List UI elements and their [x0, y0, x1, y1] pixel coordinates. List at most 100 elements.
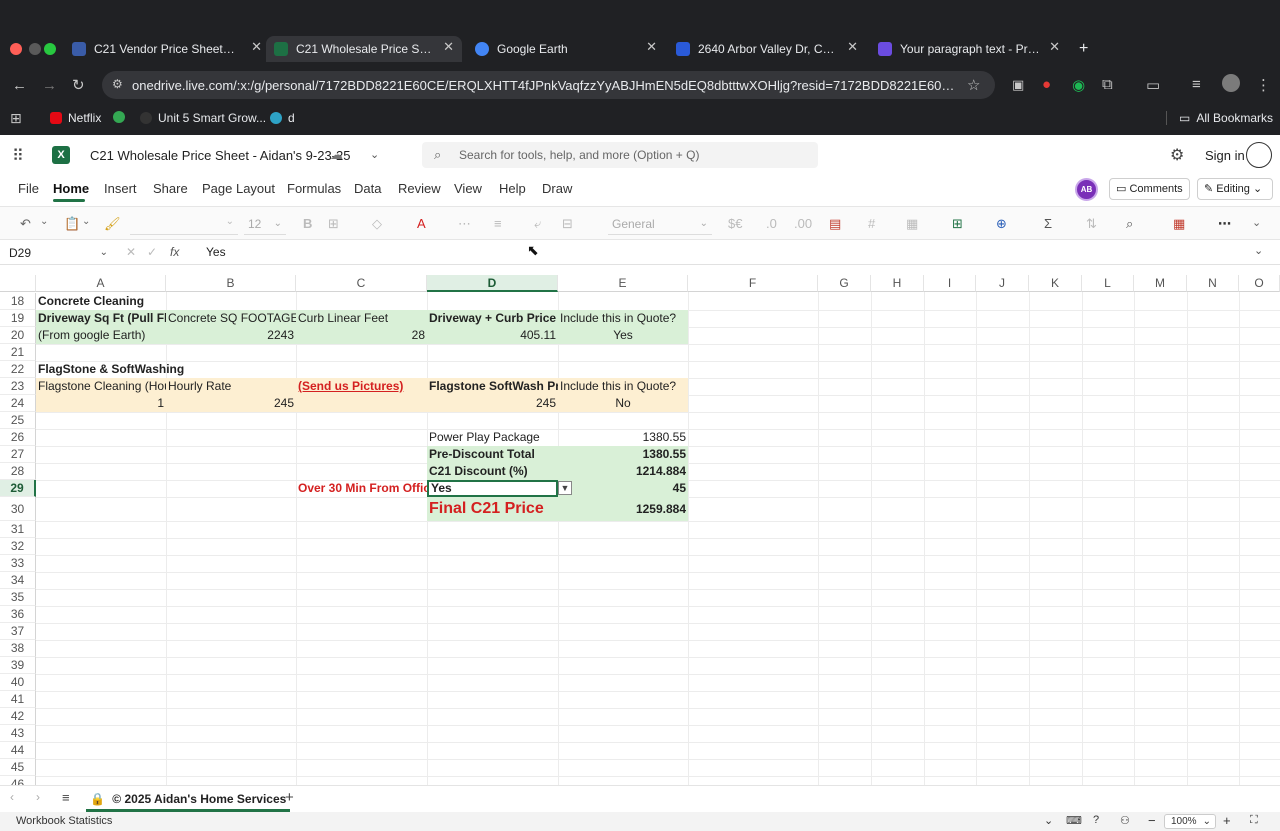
- cell-b23[interactable]: Hourly Rate: [166, 378, 296, 395]
- row-header[interactable]: 35: [0, 589, 36, 606]
- row-header[interactable]: 41: [0, 691, 36, 708]
- cell-c23-link[interactable]: (Send us Pictures): [296, 378, 427, 395]
- cell-d23[interactable]: Flagstone SoftWash Price: [427, 378, 558, 395]
- spreadsheet-grid[interactable]: A B C D E F G H I J K L M N O 18 19 20 2…: [0, 275, 1280, 785]
- add-ins-icon[interactable]: ▦: [1173, 216, 1185, 232]
- column-header-h[interactable]: H: [871, 275, 924, 292]
- close-tab-icon[interactable]: ✕: [1049, 39, 1060, 55]
- cell-d30[interactable]: Final C21 Price: [427, 497, 558, 521]
- more-font-icon[interactable]: ⋯: [458, 216, 471, 232]
- cell-e28[interactable]: 1214.884: [558, 463, 688, 480]
- row-header[interactable]: 45: [0, 759, 36, 776]
- tab-view[interactable]: View: [454, 181, 482, 196]
- cancel-entry-icon[interactable]: ✕: [126, 245, 136, 259]
- workbook-statistics-button[interactable]: Workbook Statistics: [16, 815, 112, 827]
- increase-decimal-icon[interactable]: .00: [794, 216, 812, 231]
- cell-b24[interactable]: 245: [166, 395, 296, 412]
- cell-e29[interactable]: 45: [558, 480, 688, 497]
- reload-icon[interactable]: ↻: [72, 76, 85, 94]
- title-chevron-down-icon[interactable]: ⌄: [370, 148, 379, 161]
- formula-input[interactable]: Yes: [206, 245, 226, 259]
- cell-d24[interactable]: 245: [427, 395, 558, 412]
- cell-e30[interactable]: 1259.884: [558, 501, 688, 518]
- next-sheet-icon[interactable]: ›: [36, 790, 40, 804]
- window-maximize-button[interactable]: [44, 43, 56, 55]
- delete-cells-icon[interactable]: ⊕: [996, 216, 1007, 232]
- tab-formulas[interactable]: Formulas: [287, 181, 341, 196]
- zoom-out-button[interactable]: −: [1148, 813, 1156, 828]
- cell-a23[interactable]: Flagstone Cleaning (Hourly): [36, 378, 166, 395]
- document-title[interactable]: C21 Wholesale Price Sheet - Aidan's 9-23…: [90, 148, 350, 163]
- app-launcher-icon[interactable]: ⠿: [12, 146, 24, 166]
- close-tab-icon[interactable]: ✕: [847, 39, 858, 55]
- row-header[interactable]: 22: [0, 361, 36, 378]
- settings-gear-icon[interactable]: ⚙: [1170, 145, 1184, 165]
- status-chevron-icon[interactable]: ⌄: [1044, 814, 1053, 827]
- cell-d26[interactable]: Power Play Package: [427, 429, 558, 446]
- row-header[interactable]: 20: [0, 327, 36, 344]
- row-header[interactable]: 26: [0, 429, 36, 446]
- sheet-tab-active[interactable]: 🔒 © 2025 Aidan's Home Services: [86, 788, 291, 812]
- browser-tab-arbor-valley[interactable]: 2640 Arbor Valley Dr, Cumming ✕: [676, 36, 858, 62]
- name-box[interactable]: D29 ⌄: [6, 243, 112, 263]
- editing-mode-button[interactable]: ✎ Editing ⌄: [1197, 178, 1273, 200]
- row-header[interactable]: 25: [0, 412, 36, 429]
- row-header[interactable]: 31: [0, 521, 36, 538]
- row-header[interactable]: 38: [0, 640, 36, 657]
- row-header[interactable]: 24: [0, 395, 36, 412]
- cell-c29[interactable]: Over 30 Min From Office?: [296, 480, 427, 497]
- browser-tab-presentation[interactable]: Your paragraph text - Presentation ✕: [878, 36, 1060, 62]
- tab-review[interactable]: Review: [398, 181, 441, 196]
- user-account-icon[interactable]: [1246, 142, 1272, 168]
- grammarly-icon[interactable]: ◉: [1072, 76, 1085, 94]
- new-tab-button[interactable]: +: [1079, 40, 1088, 58]
- decrease-decimal-icon[interactable]: .0: [766, 216, 777, 231]
- column-header-k[interactable]: K: [1029, 275, 1082, 292]
- cell-d20[interactable]: 405.11: [427, 327, 558, 344]
- tab-draw[interactable]: Draw: [542, 181, 572, 196]
- ribbon-collapse-chevron-icon[interactable]: ⌄: [1252, 216, 1261, 229]
- more-options-icon[interactable]: ⋯: [1218, 216, 1231, 232]
- add-sheet-button[interactable]: +: [285, 789, 294, 806]
- close-tab-icon[interactable]: ✕: [251, 39, 262, 55]
- row-header[interactable]: 34: [0, 572, 36, 589]
- row-header[interactable]: 44: [0, 742, 36, 759]
- row-header[interactable]: 32: [0, 538, 36, 555]
- undo-icon[interactable]: ↶: [20, 216, 31, 232]
- fill-color-icon[interactable]: ◇: [372, 216, 382, 232]
- select-all-corner[interactable]: [0, 275, 36, 292]
- row-header[interactable]: 40: [0, 674, 36, 691]
- window-minimize-button[interactable]: [29, 43, 41, 55]
- insert-function-icon[interactable]: fx: [170, 245, 179, 259]
- cast-icon[interactable]: ▭: [1146, 76, 1160, 94]
- prev-sheet-icon[interactable]: ‹: [10, 790, 14, 804]
- sign-in-link[interactable]: Sign in: [1205, 148, 1245, 163]
- cell-e27[interactable]: 1380.55: [558, 446, 688, 463]
- bookmark-d[interactable]: d: [270, 111, 295, 125]
- tab-home[interactable]: Home: [53, 181, 89, 196]
- site-info-icon[interactable]: ⚙: [112, 77, 123, 91]
- cell-e24[interactable]: No: [558, 395, 688, 412]
- cell-b19[interactable]: Concrete SQ FOOTAGE: [166, 310, 296, 327]
- row-header[interactable]: 23: [0, 378, 36, 395]
- font-family-select[interactable]: ⌄: [130, 213, 238, 235]
- cell-a20[interactable]: (From google Earth): [36, 327, 166, 344]
- cell-c20[interactable]: 28: [296, 327, 427, 344]
- row-header[interactable]: 33: [0, 555, 36, 572]
- profile-avatar[interactable]: [1222, 74, 1240, 92]
- forward-icon[interactable]: →: [42, 77, 57, 94]
- keyboard-icon[interactable]: ⌨: [1066, 814, 1082, 827]
- row-header-selected[interactable]: 29: [0, 480, 36, 497]
- row-header[interactable]: 37: [0, 623, 36, 640]
- window-close-button[interactable]: [10, 43, 22, 55]
- media-icon[interactable]: ≡: [1192, 76, 1201, 93]
- column-header-c[interactable]: C: [296, 275, 427, 292]
- cell-d29-selected[interactable]: Yes: [427, 480, 558, 497]
- cell-d27[interactable]: Pre-Discount Total: [427, 446, 558, 463]
- row-header[interactable]: 46: [0, 776, 36, 785]
- extensions-puzzle-icon[interactable]: ⧉: [1102, 76, 1113, 93]
- column-header-e[interactable]: E: [558, 275, 688, 292]
- browser-tab-wholesale-price-sheet[interactable]: C21 Wholesale Price Sheet - Aidan's ✕: [266, 36, 462, 62]
- chrome-menu-icon[interactable]: ⋮: [1256, 76, 1271, 94]
- row-header[interactable]: 21: [0, 344, 36, 361]
